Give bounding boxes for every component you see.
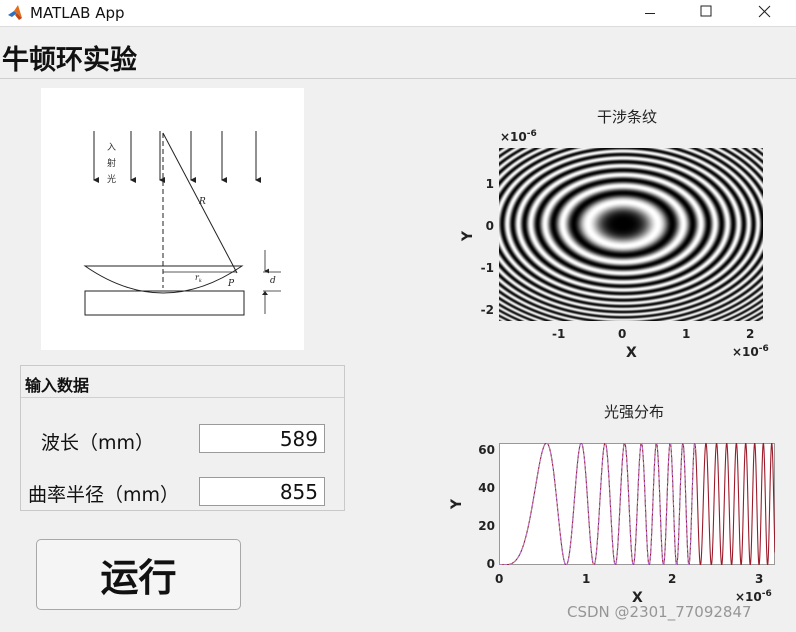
intensity-x-tick: 0	[495, 572, 504, 586]
interference-y-exponent: ×10-6	[500, 129, 537, 144]
panel-divider	[21, 397, 344, 398]
panel-title: 输入数据	[25, 376, 90, 395]
interference-x-tick: 2	[746, 327, 755, 341]
intensity-x-tick: 1	[582, 572, 591, 586]
input-data-panel: 输入数据 波长（mm） 曲率半径（mm）	[20, 365, 345, 511]
interference-x-tick: 0	[618, 327, 627, 341]
interference-y-tick: -1	[480, 261, 494, 275]
diagram-label-R: R	[198, 197, 206, 207]
intensity-plot-title: 光强分布	[604, 403, 665, 421]
interference-y-tick: 1	[485, 177, 494, 191]
intensity-y-tick: 0	[486, 557, 495, 571]
app-heading: 牛顿环实验	[2, 45, 137, 76]
intensity-x-exponent: ×10-6	[735, 589, 772, 604]
interference-y-label: Y	[460, 230, 477, 242]
interference-x-label: X	[626, 345, 637, 361]
newton-ring-diagram: 入 射 光 R rk P d	[41, 88, 304, 350]
intensity-y-tick: 40	[478, 481, 495, 495]
matlab-logo-icon	[8, 5, 22, 20]
interference-y-tick: -2	[480, 303, 494, 317]
diagram-label-incident-2: 射	[107, 157, 116, 169]
diagram-label-P: P	[227, 279, 235, 289]
window-title: MATLAB App	[30, 4, 125, 22]
diagram-label-incident-1: 入	[107, 142, 116, 153]
wavelength-input[interactable]	[199, 424, 325, 453]
radius-input[interactable]	[199, 477, 325, 506]
interference-x-exponent: ×10-6	[732, 344, 769, 359]
maximize-icon[interactable]	[683, 0, 729, 27]
interference-fringe-image	[499, 148, 763, 321]
radius-label: 曲率半径（mm）	[28, 484, 180, 506]
intensity-y-tick: 60	[478, 443, 495, 457]
interference-plot-title: 干涉条纹	[597, 108, 658, 126]
interference-x-tick: -1	[552, 327, 566, 341]
diagram-label-r: rk	[195, 273, 202, 284]
intensity-y-label: Y	[449, 498, 466, 510]
heading-divider	[0, 78, 796, 79]
app-window: MATLAB App 牛顿环实验 入 射 光 R rk P d 输入数据 波长（…	[0, 0, 796, 632]
title-bar[interactable]: MATLAB App	[0, 0, 796, 27]
run-button[interactable]: 运行	[36, 539, 241, 610]
diagram-label-incident-3: 光	[107, 173, 116, 185]
intensity-plot	[499, 443, 775, 565]
intensity-y-tick: 20	[478, 519, 495, 533]
minimize-icon[interactable]	[627, 0, 673, 27]
diagram-label-d: d	[270, 276, 276, 286]
wavelength-label: 波长（mm）	[41, 432, 155, 454]
close-icon[interactable]	[741, 0, 787, 27]
intensity-x-tick: 2	[668, 572, 677, 586]
interference-x-tick: 1	[682, 327, 691, 341]
intensity-x-tick: 3	[755, 572, 764, 586]
watermark: CSDN @2301_77092847	[567, 603, 752, 621]
